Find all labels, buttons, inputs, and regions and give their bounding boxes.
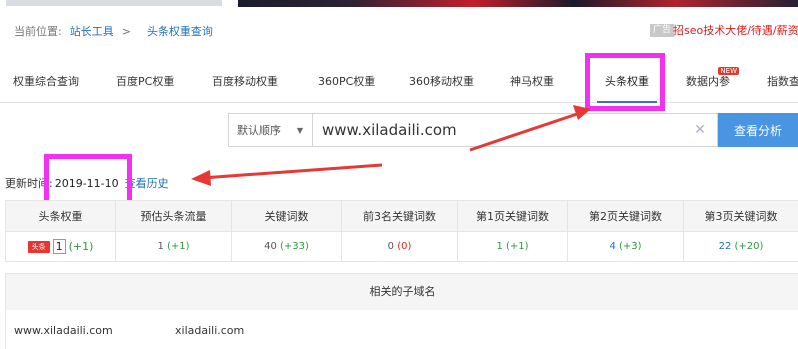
breadcrumb-current-link[interactable]: 头条权重查询 [147,23,213,39]
page1-count-cell: 1 (+1) [457,231,568,262]
tab-baidu-pc[interactable]: 百度PC权重 [116,63,174,103]
tab-360-pc[interactable]: 360PC权重 [318,63,375,103]
header-page3-count: 第3页关键词数 [683,200,798,232]
tab-data-insights[interactable]: 数据内参 NEW [686,63,739,103]
page2-count-cell: 4 (+3) [567,231,684,262]
ad-text-link[interactable]: 招seo技术大佬/待遇/薪资由你 [673,23,798,38]
domain-search-input[interactable] [312,113,718,147]
tab-overall-weight[interactable]: 权重综合查询 [13,63,79,103]
header-page1-count: 第1页关键词数 [457,200,568,232]
est-traffic-value: 1 [157,241,164,252]
keyword-count-change: (+33) [280,241,309,252]
breadcrumb-label: 当前位置: [14,25,62,38]
subdomain-row: www.xiladaili.com xiladaili.com [14,324,244,337]
header-est-traffic: 预估头条流量 [115,200,232,232]
toutiao-weight-cell: 头条 1 (+1) [5,231,116,262]
page3-count-cell: 22 (+20) [683,231,798,262]
header-keyword-count: 关键词数 [231,200,342,232]
tab-360-mobile[interactable]: 360移动权重 [409,63,474,103]
subdomain-panel: 相关的子域名 www.xiladaili.com xiladaili.com [5,273,798,349]
top3-count-cell: 0 (0) [341,231,458,262]
page1-count-change: (+1) [506,241,529,252]
rank-change: (+1) [68,240,94,253]
subdomain-header: 相关的子域名 [6,274,798,310]
page1-count-value: 1 [496,241,503,252]
rank-group: 头条 1 (+1) [27,239,94,254]
top-ad-banner-strip [0,0,798,7]
stats-header-row: 头条权重 预估头条流量 关键词数 前3名关键词数 第1页关键词数 第2页关键词数… [5,200,798,232]
arrow-head-date [191,170,211,186]
keyword-count-cell[interactable]: 40 (+33) [231,231,342,262]
page2-count-change: (+3) [619,241,642,252]
tab-bar: 权重综合查询 百度PC权重 百度移动权重 360PC权重 360移动权重 神马权… [0,63,798,103]
tab-shenma[interactable]: 神马权重 [510,63,554,103]
top-banner-image[interactable] [238,0,798,7]
toutiao-logo-icon: 头条 [27,240,50,253]
tab-baidu-mobile[interactable]: 百度移动权重 [212,63,278,103]
page3-count-change: (+20) [734,241,764,252]
stats-table: 头条权重 预估头条流量 关键词数 前3名关键词数 第1页关键词数 第2页关键词数… [5,200,798,262]
table-row: 头条 1 (+1) 1 (+1) 40 (+33) 0 (0) 1 (+1) 4… [5,231,798,262]
ad-tag: 广告 [650,24,675,37]
est-traffic-cell: 1 (+1) [115,231,232,262]
sort-order-select[interactable]: 默认顺序 ▼ [228,113,312,147]
top3-count-value: 0 [387,241,394,252]
new-badge: NEW [718,67,739,75]
header-page2-count: 第2页关键词数 [567,200,684,232]
page2-count-value: 4 [609,241,616,252]
highlight-box-date [44,154,132,206]
tab-data-insights-label: 数据内参 [686,75,730,88]
arrow-line-date [201,163,383,180]
tab-index-query[interactable]: 指数查 [767,63,798,103]
breadcrumb: 当前位置: 站长工具 > 头条权重查询 [14,23,213,39]
subdomain-item[interactable]: www.xiladaili.com [14,324,175,337]
breadcrumb-home-link[interactable]: 站长工具 [70,23,114,39]
top3-count-change: (0) [397,241,412,252]
keyword-count-value: 40 [264,241,277,252]
dropdown-arrow-icon: ▼ [296,125,303,135]
subdomain-item[interactable]: xiladaili.com [175,324,244,337]
header-toutiao-weight: 头条权重 [5,200,116,232]
header-top3-count: 前3名关键词数 [341,200,458,232]
page3-count-value: 22 [718,241,732,252]
breadcrumb-separator: > [121,24,131,38]
analyze-button[interactable]: 查看分析 [718,113,798,147]
clear-icon[interactable]: ✕ [690,120,710,140]
top-banner-left [6,0,222,6]
sort-order-label: 默认顺序 [237,124,281,137]
rank-value: 1 [52,239,66,254]
est-traffic-change: (+1) [167,241,190,252]
highlight-box-tab [585,53,665,111]
